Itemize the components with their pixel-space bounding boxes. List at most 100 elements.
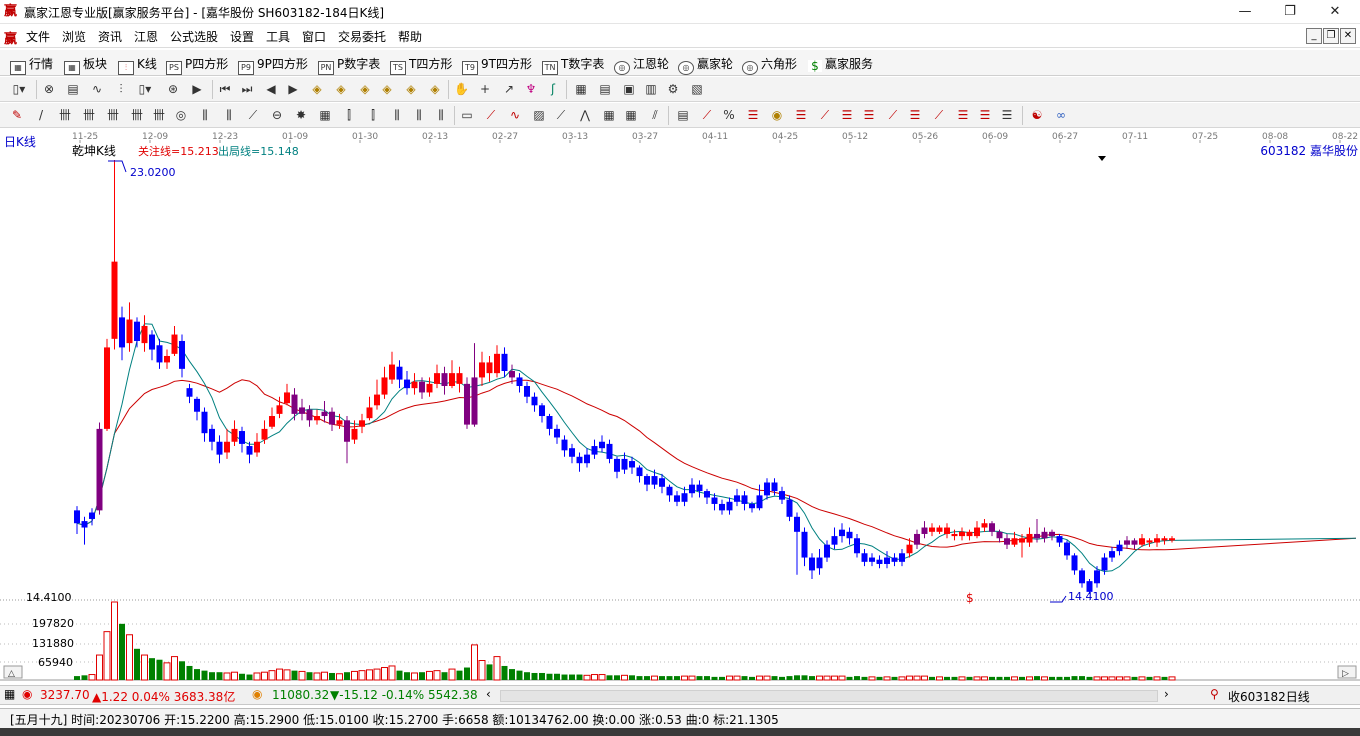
line-icon[interactable]: / <box>34 108 48 122</box>
export-icon[interactable]: ▧ <box>690 82 704 96</box>
candle-body[interactable] <box>479 362 485 378</box>
candle-body[interactable] <box>149 334 155 350</box>
candle-body[interactable] <box>464 383 470 425</box>
level-icon[interactable]: ☰ <box>746 108 760 122</box>
wave-icon[interactable]: ∿ <box>90 82 104 96</box>
crosshair-icon[interactable]: + <box>478 82 492 96</box>
candle-body[interactable] <box>276 405 283 414</box>
scroll-track[interactable] <box>500 690 1158 702</box>
first-icon[interactable]: ⏮ <box>218 82 232 96</box>
menu-formula[interactable]: 公式选股 <box>170 28 218 45</box>
candle-body[interactable] <box>1146 540 1153 543</box>
candle-body[interactable] <box>666 486 673 496</box>
candle-body[interactable] <box>899 553 905 562</box>
candle-body[interactable] <box>606 443 613 459</box>
candle-body[interactable] <box>396 366 403 380</box>
candle-body[interactable] <box>621 458 628 470</box>
candle-body[interactable] <box>164 355 170 363</box>
diamond-icon[interactable]: ◈ <box>428 82 442 96</box>
nav-t-square[interactable]: TS T四方形 <box>390 55 452 75</box>
last-icon[interactable]: ⏭ <box>240 82 254 96</box>
nav-blocks[interactable]: ▦ 板块 <box>64 55 107 75</box>
minimize-button[interactable]: — <box>1225 2 1265 22</box>
candle-body[interactable] <box>411 381 418 389</box>
candle-body[interactable] <box>471 377 478 425</box>
pin-icon[interactable]: ⚲ <box>1210 687 1219 701</box>
candle-body[interactable] <box>1056 536 1063 543</box>
menu-tools[interactable]: 工具 <box>266 28 290 45</box>
candle-body[interactable] <box>696 484 703 492</box>
candle-body[interactable] <box>314 416 320 421</box>
calculator-icon[interactable]: ▤ <box>598 82 612 96</box>
bars-icon[interactable]: ⫼ <box>412 108 426 122</box>
candle-body[interactable] <box>749 503 755 509</box>
circle-icon[interactable]: ◎ <box>174 108 188 122</box>
candle-body[interactable] <box>434 373 440 384</box>
trend-line-icon[interactable]: ⟋ <box>554 108 568 122</box>
tooth-icon[interactable]: ♆ <box>524 82 538 96</box>
candle-body[interactable] <box>1094 570 1100 584</box>
nav-hexagon[interactable]: ◎ 六角形 <box>742 55 797 75</box>
next-icon[interactable]: ▶ <box>286 82 300 96</box>
candle-body[interactable] <box>404 379 410 389</box>
print-icon[interactable]: ▥ <box>644 82 658 96</box>
candle-body[interactable] <box>756 495 763 509</box>
candle-body[interactable] <box>1071 555 1078 571</box>
nav-quotes[interactable]: ▦ 行情 <box>10 55 53 75</box>
candle-body[interactable] <box>554 428 560 438</box>
candle-body[interactable] <box>426 383 433 393</box>
candle-body[interactable] <box>359 420 365 427</box>
candle-body[interactable] <box>936 527 943 532</box>
nav-9t-square[interactable]: T9 9T四方形 <box>462 55 532 75</box>
candle-body[interactable] <box>486 362 493 374</box>
candle-body[interactable] <box>111 261 118 339</box>
candle-body[interactable] <box>831 536 838 545</box>
diamond-icon[interactable]: ◈ <box>380 82 394 96</box>
grid-icon[interactable]: 卌 <box>58 108 72 122</box>
menu-browse[interactable]: 浏览 <box>62 28 86 45</box>
diamond-icon[interactable]: ◈ <box>310 82 324 96</box>
candle-body[interactable] <box>711 497 718 504</box>
candle-body[interactable] <box>546 416 553 429</box>
menu-file[interactable]: 文件 <box>26 28 50 45</box>
candle-body[interactable] <box>764 482 770 496</box>
candle-body[interactable] <box>884 557 890 564</box>
candle-body[interactable] <box>651 476 658 485</box>
candle-body[interactable] <box>89 512 95 519</box>
candle-body[interactable] <box>816 557 823 569</box>
candle-body[interactable] <box>1131 540 1138 545</box>
candle-body[interactable] <box>366 407 373 419</box>
nav-winner-wheel[interactable]: ◎ 赢家轮 <box>678 55 733 75</box>
candle-body[interactable] <box>801 531 808 558</box>
level-icon[interactable]: ☰ <box>862 108 876 122</box>
trend-icon[interactable]: ↗ <box>502 82 516 96</box>
candle-body[interactable] <box>216 441 223 455</box>
diamond-icon[interactable]: ◈ <box>404 82 418 96</box>
candle-body[interactable] <box>681 493 688 502</box>
menu-help[interactable]: 帮助 <box>398 28 422 45</box>
nav-gann-wheel[interactable]: ◎ 江恩轮 <box>614 55 669 75</box>
candle-body[interactable] <box>179 340 185 369</box>
candle-body[interactable] <box>509 370 515 378</box>
candle-body[interactable] <box>374 394 380 406</box>
kline-chart[interactable]: 11-25 12-09 12-23 01-09 01-30 02-13 02-27 03-13… <box>0 128 1360 684</box>
candle-body[interactable] <box>1064 542 1070 556</box>
mdi-close-button[interactable]: ✕ <box>1340 28 1356 44</box>
candle-body[interactable] <box>134 321 140 341</box>
diamond-icon[interactable]: ◈ <box>358 82 372 96</box>
candle-body[interactable] <box>839 529 845 537</box>
candle-body[interactable] <box>501 353 508 371</box>
candle-body[interactable] <box>419 381 425 393</box>
candle-body[interactable] <box>704 491 710 498</box>
nav-p-number[interactable]: PN P数字表 <box>318 55 380 75</box>
formula-icon[interactable]: ʃ <box>546 82 560 96</box>
level-icon[interactable]: ☰ <box>840 108 854 122</box>
candle-body[interactable] <box>201 411 208 434</box>
candle-body[interactable] <box>186 388 193 397</box>
candle-body[interactable] <box>921 527 928 534</box>
candle-body[interactable] <box>351 428 358 440</box>
candle-body[interactable] <box>1026 533 1033 543</box>
candle-body[interactable] <box>974 527 980 537</box>
candle-body[interactable] <box>1079 570 1085 584</box>
candle-body[interactable] <box>794 516 800 532</box>
